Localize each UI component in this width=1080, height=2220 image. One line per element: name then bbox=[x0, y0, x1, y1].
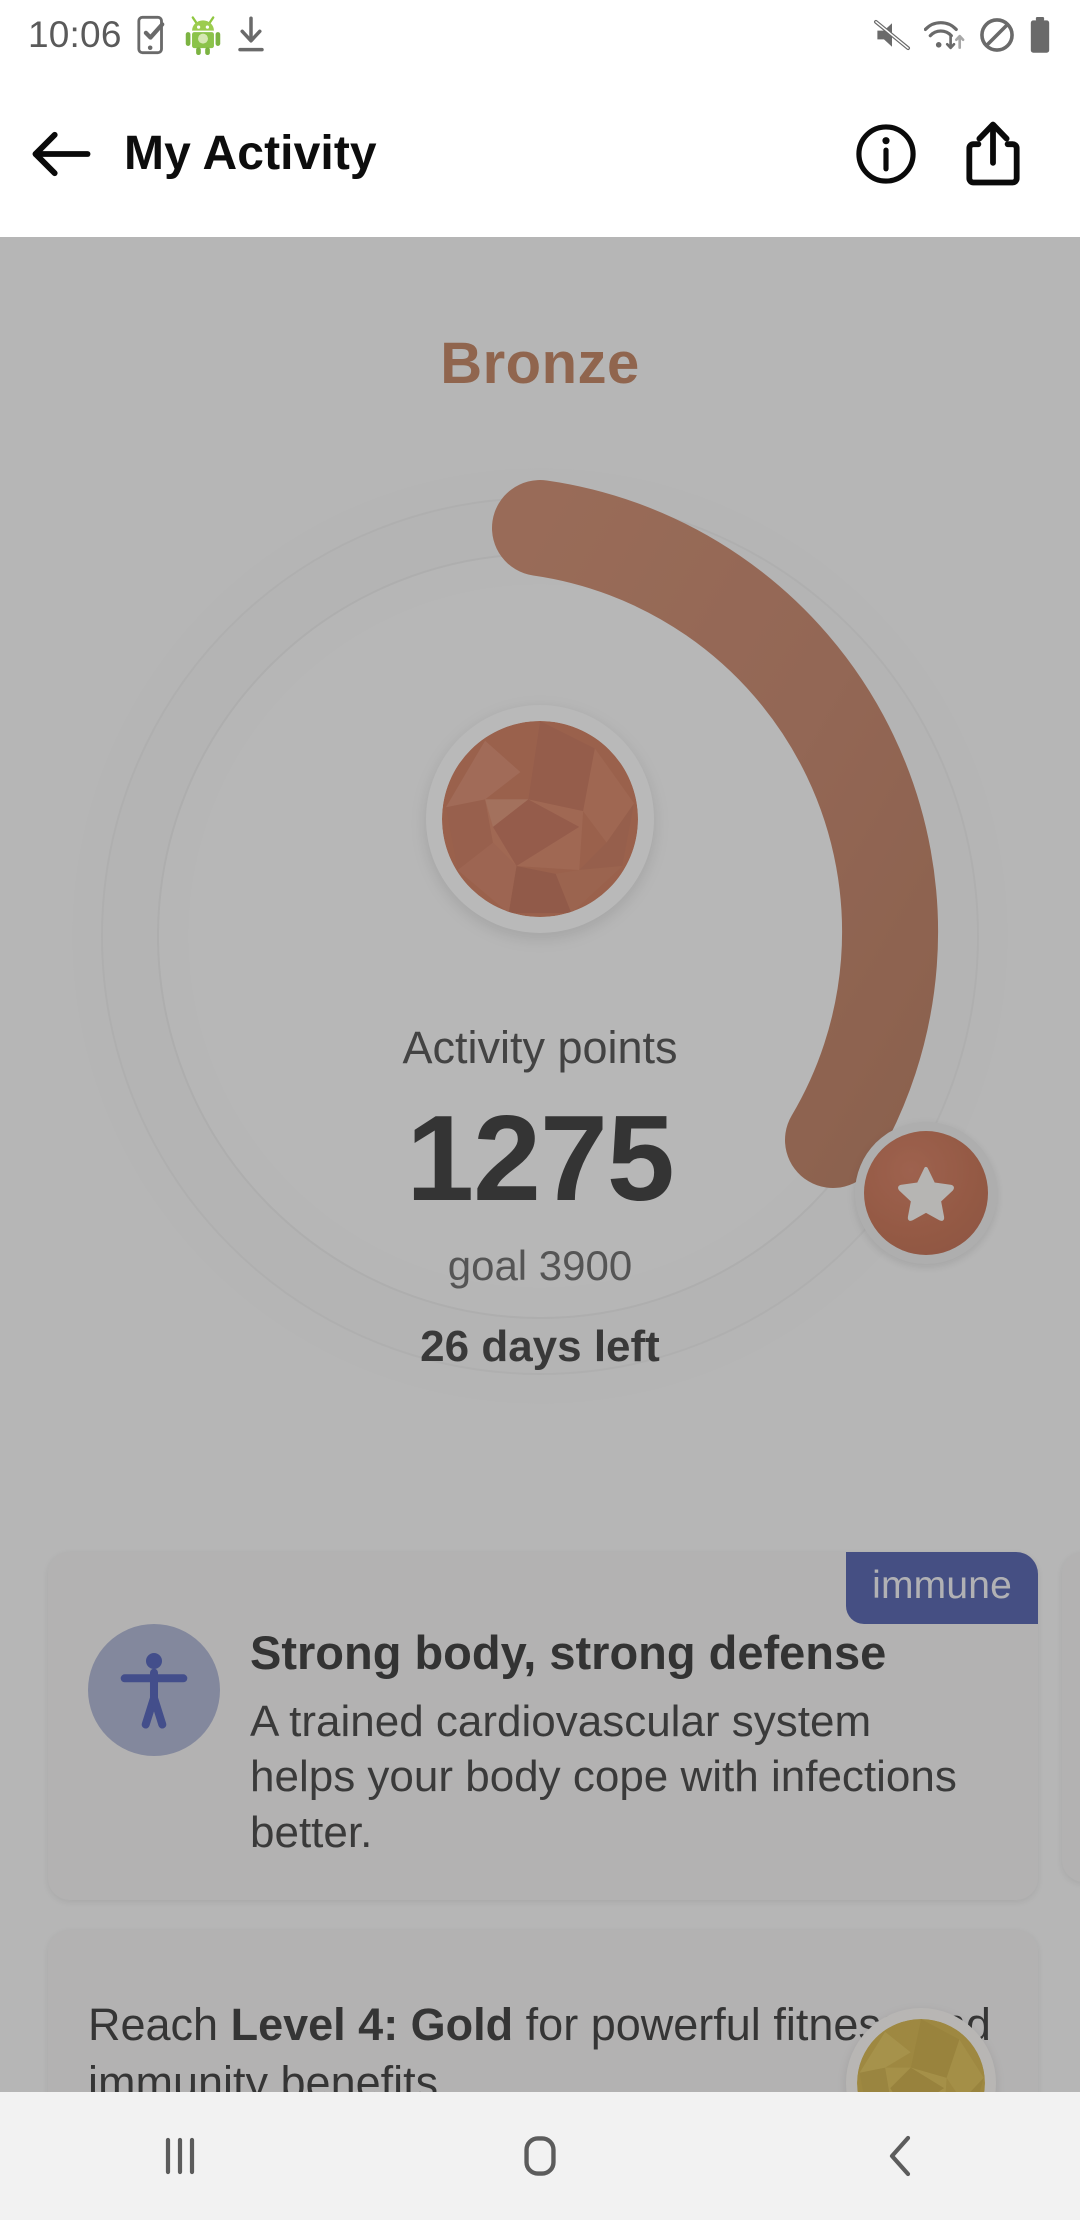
level-name: Bronze bbox=[440, 331, 640, 396]
activity-points-label: Activity points bbox=[402, 1022, 678, 1073]
next-level-highlight: Level 4: Gold bbox=[230, 1999, 514, 2050]
activity-points-value: 1275 bbox=[406, 1089, 674, 1226]
battery-icon bbox=[1030, 16, 1050, 53]
goal-text: goal 3900 bbox=[447, 1242, 633, 1290]
next-level-prefix: Reach bbox=[88, 1999, 231, 2050]
recents-button[interactable] bbox=[0, 2128, 360, 2184]
recents-icon bbox=[165, 2137, 195, 2175]
android-robot-icon bbox=[185, 16, 220, 56]
card-category-badge: immune bbox=[846, 1552, 1038, 1624]
card-text: A trained cardiovascular system helps yo… bbox=[250, 1697, 957, 1857]
info-button[interactable] bbox=[854, 122, 918, 186]
card-icon-circle bbox=[88, 1624, 220, 1756]
phone-check-icon bbox=[137, 15, 164, 55]
app-bar: My Activity bbox=[0, 70, 1080, 237]
home-icon bbox=[524, 2136, 556, 2176]
app-bar-actions bbox=[854, 120, 1080, 188]
status-bar-right bbox=[873, 16, 1052, 54]
share-icon bbox=[966, 121, 1020, 185]
system-nav-bar bbox=[0, 2092, 1080, 2220]
bronze-gem-inner bbox=[442, 721, 638, 917]
bronze-gem-icon bbox=[442, 721, 638, 917]
phone-screen: 10:06 My Activity Activity points 1275 g… bbox=[0, 0, 1080, 2220]
download-icon bbox=[237, 16, 264, 52]
days-left-text: 26 days left bbox=[420, 1322, 660, 1372]
wifi-transfer-icon bbox=[924, 21, 965, 50]
card-title: Strong body, strong defense bbox=[250, 1626, 887, 1679]
info-icon bbox=[856, 123, 916, 184]
benefit-card[interactable]: immune Strong body, strong defense A tra… bbox=[48, 1552, 1038, 1901]
next-level-suffix: for powerful bbox=[513, 1999, 761, 2050]
card-body: Strong body, strong defense A trained ca… bbox=[250, 1588, 998, 1860]
progress-readout: Activity points 1275 goal 3900 26 days l… bbox=[0, 1023, 1080, 1372]
next-card-peek[interactable] bbox=[1062, 1552, 1080, 1882]
nav-back-chevron-icon bbox=[889, 2135, 911, 2177]
status-bar-clock: 10:06 bbox=[28, 14, 122, 55]
status-bar-left: 10:06 bbox=[28, 14, 266, 56]
accessibility-person-icon bbox=[120, 1653, 188, 1729]
nav-back-button[interactable] bbox=[720, 2128, 1080, 2184]
benefit-card-carousel[interactable]: immune Strong body, strong defense A tra… bbox=[48, 1552, 1080, 1901]
page-title: My Activity bbox=[124, 127, 377, 180]
bronze-gem-medal bbox=[426, 705, 654, 933]
home-button[interactable] bbox=[360, 2127, 720, 2185]
status-bar: 10:06 bbox=[0, 0, 1080, 70]
share-button[interactable] bbox=[962, 120, 1024, 188]
do-not-disturb-icon bbox=[980, 18, 1014, 52]
back-arrow-icon bbox=[32, 131, 91, 176]
mute-icon bbox=[874, 19, 910, 51]
back-button[interactable] bbox=[0, 128, 124, 180]
